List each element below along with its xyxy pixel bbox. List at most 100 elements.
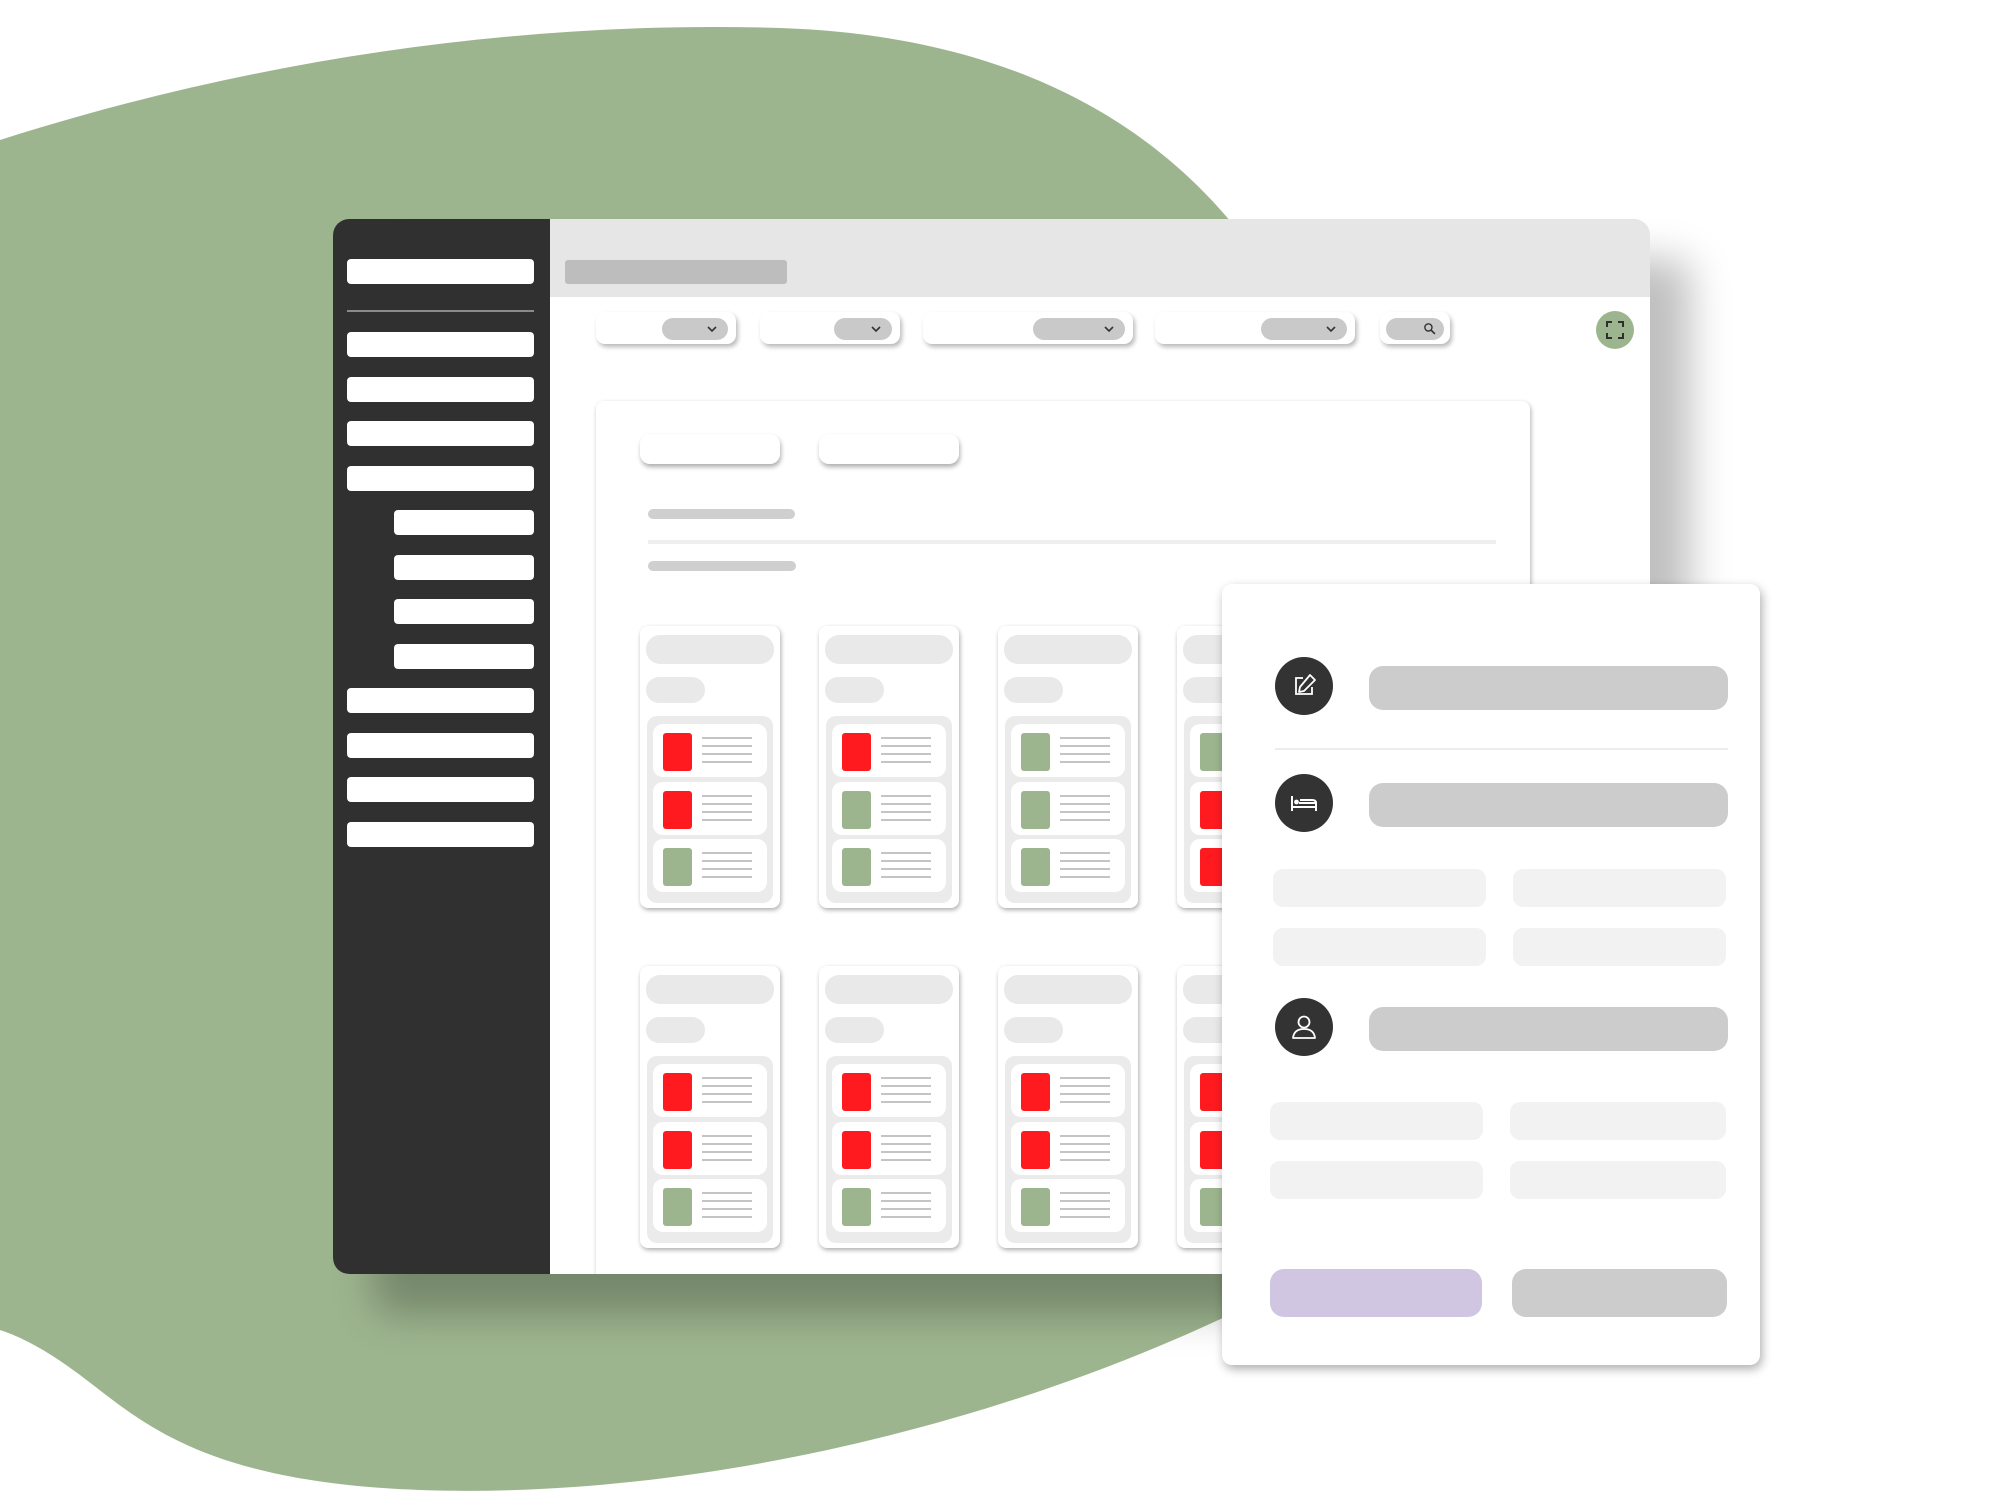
tab-2[interactable] (819, 434, 959, 464)
room-status-available (1021, 733, 1050, 771)
primary-action-button[interactable] (1270, 1269, 1482, 1317)
room-info-line (881, 819, 931, 821)
sidebar-item[interactable] (347, 688, 534, 713)
page-title (565, 260, 787, 284)
chevron-down-icon (1326, 326, 1336, 333)
fullscreen-button[interactable] (1596, 311, 1634, 349)
fullscreen-icon (1606, 321, 1624, 339)
room-row[interactable] (1011, 1122, 1125, 1175)
room-status-occupied (842, 1131, 871, 1169)
room-info-line (881, 811, 931, 813)
room-info-lines (1060, 852, 1110, 884)
room-status-available (663, 1188, 692, 1226)
guest-field-4[interactable] (1510, 1161, 1726, 1199)
room-status-available (842, 1188, 871, 1226)
tab-1[interactable] (640, 434, 780, 464)
room-row[interactable] (832, 839, 946, 892)
room-row[interactable] (653, 724, 767, 777)
room-row[interactable] (653, 782, 767, 835)
room-field-1[interactable] (1273, 869, 1486, 907)
guest-field-1[interactable] (1270, 1102, 1483, 1140)
room-card-title (825, 975, 953, 1004)
room-info-line (881, 761, 931, 763)
sidebar-subitem[interactable] (394, 643, 534, 669)
room-card-subtitle (646, 677, 705, 703)
room-info-lines (702, 1135, 752, 1167)
room-info-line (881, 876, 931, 878)
room-field-4[interactable] (1513, 928, 1726, 966)
sidebar-item[interactable] (347, 465, 534, 491)
room-status-occupied (663, 791, 692, 829)
sidebar-logo[interactable] (347, 259, 534, 284)
sidebar-subitem[interactable] (394, 510, 534, 535)
room-field-3[interactable] (1273, 928, 1486, 966)
room-card[interactable] (998, 966, 1138, 1248)
room-card-subtitle (646, 1017, 705, 1043)
secondary-action-button[interactable] (1512, 1269, 1727, 1317)
room-row[interactable] (832, 782, 946, 835)
room-info-line (702, 1151, 752, 1153)
sidebar-item[interactable] (347, 821, 534, 847)
edit-button[interactable] (1275, 657, 1333, 715)
room-row[interactable] (653, 839, 767, 892)
room-card[interactable] (819, 626, 959, 908)
sidebar-item[interactable] (347, 732, 534, 758)
guest-field-3[interactable] (1270, 1161, 1483, 1199)
room-info-line (881, 1151, 931, 1153)
room-info-line (1060, 1135, 1110, 1137)
filter-dropdown-1[interactable] (596, 312, 736, 344)
search-field[interactable] (1380, 312, 1450, 344)
sidebar-item[interactable] (347, 376, 534, 402)
sidebar-subitem[interactable] (394, 599, 534, 624)
room-info-line (881, 753, 931, 755)
sidebar-item[interactable] (347, 421, 534, 446)
room-row[interactable] (832, 1064, 946, 1117)
room-list (647, 716, 773, 903)
room-row[interactable] (1011, 1064, 1125, 1117)
room-info-lines (1060, 1135, 1110, 1167)
room-info-line (702, 795, 752, 797)
room-row[interactable] (832, 1179, 946, 1232)
sidebar-item[interactable] (347, 777, 534, 802)
room-card-subtitle (1004, 677, 1063, 703)
edit-icon (1295, 674, 1316, 695)
sidebar-subitem[interactable] (394, 554, 534, 580)
room-info-line (881, 1216, 931, 1218)
room-row[interactable] (1011, 839, 1125, 892)
room-card[interactable] (640, 966, 780, 1248)
room-info-line (881, 803, 931, 805)
room-row[interactable] (832, 724, 946, 777)
room-row[interactable] (653, 1122, 767, 1175)
room-info-line (881, 745, 931, 747)
room-info-lines (702, 1077, 752, 1109)
room-info-line (881, 1077, 931, 1079)
sidebar-item[interactable] (347, 332, 534, 357)
room-card[interactable] (640, 626, 780, 908)
room-row[interactable] (1011, 724, 1125, 777)
room-card[interactable] (819, 966, 959, 1248)
room-list (647, 1056, 773, 1243)
filter-dropdown-3[interactable] (923, 312, 1133, 344)
room-card[interactable] (998, 626, 1138, 908)
room-info-line (702, 1135, 752, 1137)
room-info-line (1060, 860, 1110, 862)
room-field-2[interactable] (1513, 869, 1726, 907)
filter-dropdown-2[interactable] (760, 312, 900, 344)
room-row[interactable] (1011, 1179, 1125, 1232)
room-card-subtitle (1004, 1017, 1063, 1043)
room-info-line (702, 811, 752, 813)
search-icon-handle (1430, 329, 1436, 335)
guest-field-2[interactable] (1510, 1102, 1726, 1140)
room-info-line (881, 1101, 931, 1103)
room-info-line (702, 737, 752, 739)
room-row[interactable] (653, 1064, 767, 1117)
room-status-available (842, 848, 871, 886)
room-info-lines (1060, 795, 1110, 827)
room-row[interactable] (832, 1122, 946, 1175)
chevron-down-icon-path (1104, 326, 1114, 333)
room-info-line (1060, 761, 1110, 763)
room-row[interactable] (1011, 782, 1125, 835)
room-row[interactable] (653, 1179, 767, 1232)
filter-dropdown-4[interactable] (1155, 312, 1355, 344)
search-input[interactable] (1386, 318, 1444, 340)
